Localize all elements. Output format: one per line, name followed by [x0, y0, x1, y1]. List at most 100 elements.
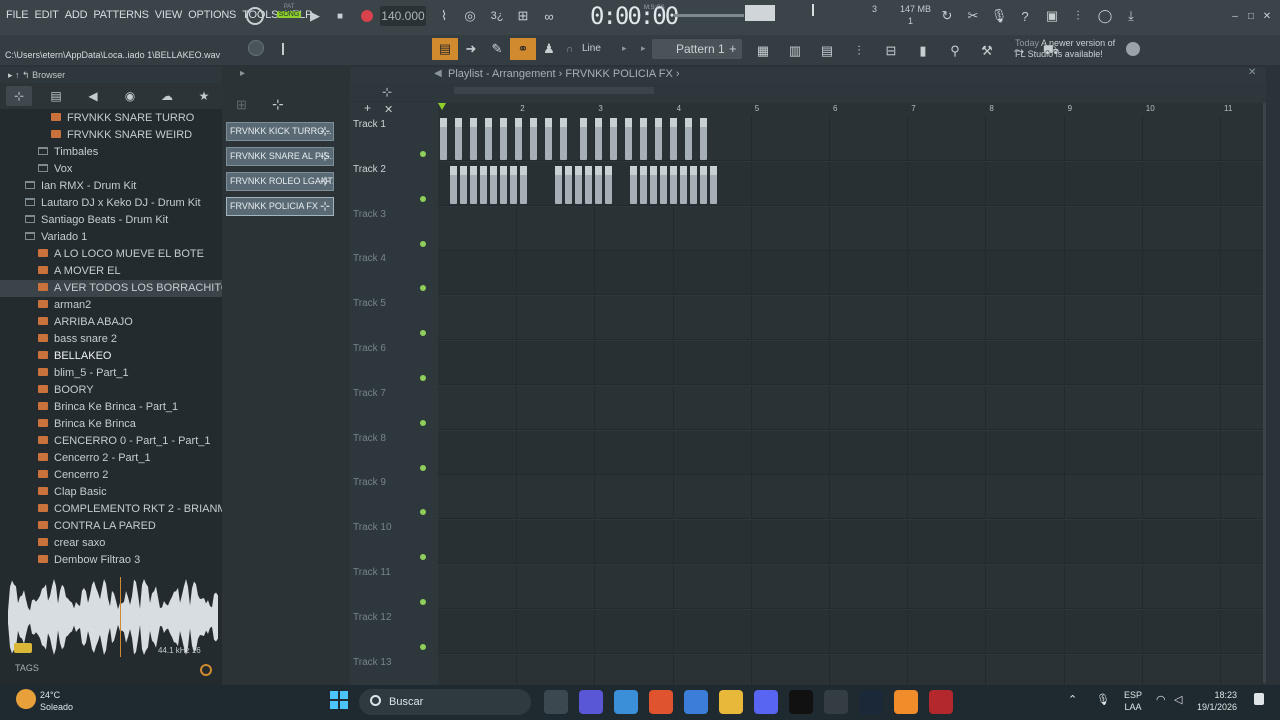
browser-item[interactable]: CONTRA LA PARED	[0, 518, 222, 535]
favorites-tab[interactable]: ★	[191, 86, 217, 106]
notification-icon[interactable]	[1254, 693, 1264, 705]
audio-clip[interactable]	[440, 118, 447, 160]
audio-clip[interactable]	[469, 118, 477, 160]
capcut-icon[interactable]	[789, 690, 813, 714]
browser-item[interactable]: Lautaro DJ x Keko DJ - Drum Kit	[0, 195, 222, 212]
cloud-tab[interactable]: ☁	[154, 86, 180, 106]
browser-item[interactable]: Vox	[0, 161, 222, 178]
hint-knob[interactable]	[248, 40, 264, 56]
browser-item[interactable]: Dembow Filtrao 3	[0, 552, 222, 569]
audio-clip[interactable]	[649, 165, 657, 204]
track-mute-led[interactable]	[420, 375, 426, 381]
audio-clip[interactable]	[544, 118, 552, 160]
track-mute-led[interactable]	[420, 285, 426, 292]
news-panel[interactable]: Today A newer version of FL Studio is av…	[1015, 38, 1115, 60]
track-lane[interactable]	[438, 475, 1264, 520]
audio-clip[interactable]	[469, 165, 477, 204]
browser-window-icon[interactable]: ⊟	[878, 40, 904, 62]
piano-roll-icon[interactable]: ▥	[782, 40, 808, 62]
audio-clip[interactable]	[609, 118, 617, 160]
browser-item[interactable]: A VER TODOS LOS BORRACHITOS	[0, 280, 222, 297]
tempo-tapper-icon[interactable]: ⚒	[974, 40, 1000, 62]
mic-tray-icon[interactable]: 🎙	[1096, 693, 1110, 706]
track-mute-led[interactable]	[420, 330, 426, 337]
sounds-tab[interactable]: ◉	[117, 86, 143, 106]
track-mute-led[interactable]	[420, 419, 426, 426]
browser-item[interactable]: FRVNKK SNARE WEIRD	[0, 127, 222, 144]
close-icon[interactable]: ✕	[1260, 5, 1274, 27]
store-icon[interactable]	[684, 690, 708, 714]
undo-history-icon[interactable]: ↻	[936, 5, 958, 27]
download-icon[interactable]: ⤓	[1120, 5, 1142, 27]
track-lane[interactable]	[438, 430, 1264, 475]
tray-chevron-icon[interactable]: ⌃	[1068, 693, 1077, 706]
audio-clip[interactable]	[499, 165, 507, 204]
track-lane[interactable]	[438, 520, 1264, 565]
channel-roleo[interactable]: FRVNKK ROLEO LGANT... ⊹	[226, 172, 334, 191]
track-lane[interactable]	[438, 161, 1264, 206]
brave-icon[interactable]	[649, 690, 673, 714]
track-mute-led[interactable]	[420, 151, 426, 157]
stop-button[interactable]: ■	[332, 5, 348, 27]
track-name[interactable]: Track 10	[353, 522, 392, 533]
plugin-icon[interactable]: ⚲	[942, 40, 968, 62]
plugin-database-tab[interactable]: ◀	[80, 86, 106, 106]
track-name[interactable]: Track 13	[353, 657, 392, 668]
collapse-icon[interactable]: ✕	[384, 103, 393, 116]
audio-clip[interactable]	[449, 165, 457, 204]
track-lane[interactable]	[438, 385, 1264, 430]
windows-start-icon[interactable]	[330, 691, 348, 709]
menu-patterns[interactable]: PATTERNS	[93, 9, 149, 21]
audio-clip[interactable]	[554, 165, 562, 204]
snap-arrow-icon[interactable]: ▸	[622, 43, 627, 54]
browser-item[interactable]: ARRIBA ABAJO	[0, 314, 222, 331]
channel-kick[interactable]: FRVNKK KICK TURRO... ⊹	[226, 122, 334, 141]
copilot-icon[interactable]	[579, 690, 603, 714]
save-icon[interactable]: ▣	[1041, 5, 1063, 27]
snap-selector[interactable]: Line	[582, 43, 601, 54]
browser-item[interactable]: BELLAKEO	[0, 348, 222, 365]
audio-clip[interactable]	[604, 165, 612, 204]
playhead-marker[interactable]	[438, 103, 446, 110]
menu-view[interactable]: VIEW	[155, 9, 183, 21]
all-files-tab[interactable]: ⊹	[6, 86, 32, 106]
track-name[interactable]: Track 4	[353, 253, 386, 264]
magnet-icon[interactable]: ∩	[566, 44, 573, 55]
audio-clip[interactable]	[639, 165, 647, 204]
audio-clip[interactable]	[699, 165, 707, 204]
globe-icon[interactable]	[1126, 42, 1140, 56]
weather-widget[interactable]: 24°C Soleado	[40, 689, 73, 713]
track-name[interactable]: Track 12	[353, 612, 392, 623]
playlist-snap-icon[interactable]: ⊹	[382, 85, 392, 99]
add-pattern-icon[interactable]: +	[729, 41, 737, 56]
pattern-arrow-icon[interactable]: ▸	[641, 43, 646, 54]
preview-play-icon[interactable]	[14, 643, 32, 653]
browser-item[interactable]: Cencerro 2	[0, 467, 222, 484]
stamp-icon[interactable]: ♟	[536, 38, 562, 60]
add-track-icon[interactable]: +	[364, 101, 371, 115]
maximize-icon[interactable]: □	[1244, 5, 1258, 27]
fl-studio-icon[interactable]	[894, 690, 918, 714]
browser-item[interactable]: CENCERRO 0 - Part_1 - Part_1	[0, 433, 222, 450]
master-volume-knob[interactable]	[244, 5, 266, 27]
playlist-window-icon[interactable]: ▦	[750, 40, 776, 62]
audio-clip[interactable]	[594, 165, 602, 204]
cut-icon[interactable]: ✂	[962, 5, 984, 27]
browser-item[interactable]: Ian RMX - Drum Kit	[0, 178, 222, 195]
browser-item[interactable]: COMPLEMENTO RKT 2 - BRIANMIX	[0, 501, 222, 518]
audio-clip[interactable]	[639, 118, 647, 160]
track-lane[interactable]	[438, 117, 1264, 161]
browser-item[interactable]: Clap Basic	[0, 484, 222, 501]
winrar-icon[interactable]	[929, 690, 953, 714]
audio-clip[interactable]	[489, 165, 497, 204]
audio-clip[interactable]	[594, 118, 602, 160]
audio-clip[interactable]	[669, 118, 677, 160]
current-project-tab[interactable]: ▤	[43, 86, 69, 106]
audio-clip[interactable]	[629, 165, 637, 204]
play-button[interactable]: ▶	[306, 5, 324, 27]
taskbar-search[interactable]: Buscar	[359, 689, 531, 715]
link-icon[interactable]: ⚭	[510, 38, 536, 60]
browser-item[interactable]: BOORY	[0, 382, 222, 399]
track-mute-led[interactable]	[420, 464, 426, 471]
tempo-display[interactable]: 140.000	[380, 6, 426, 26]
